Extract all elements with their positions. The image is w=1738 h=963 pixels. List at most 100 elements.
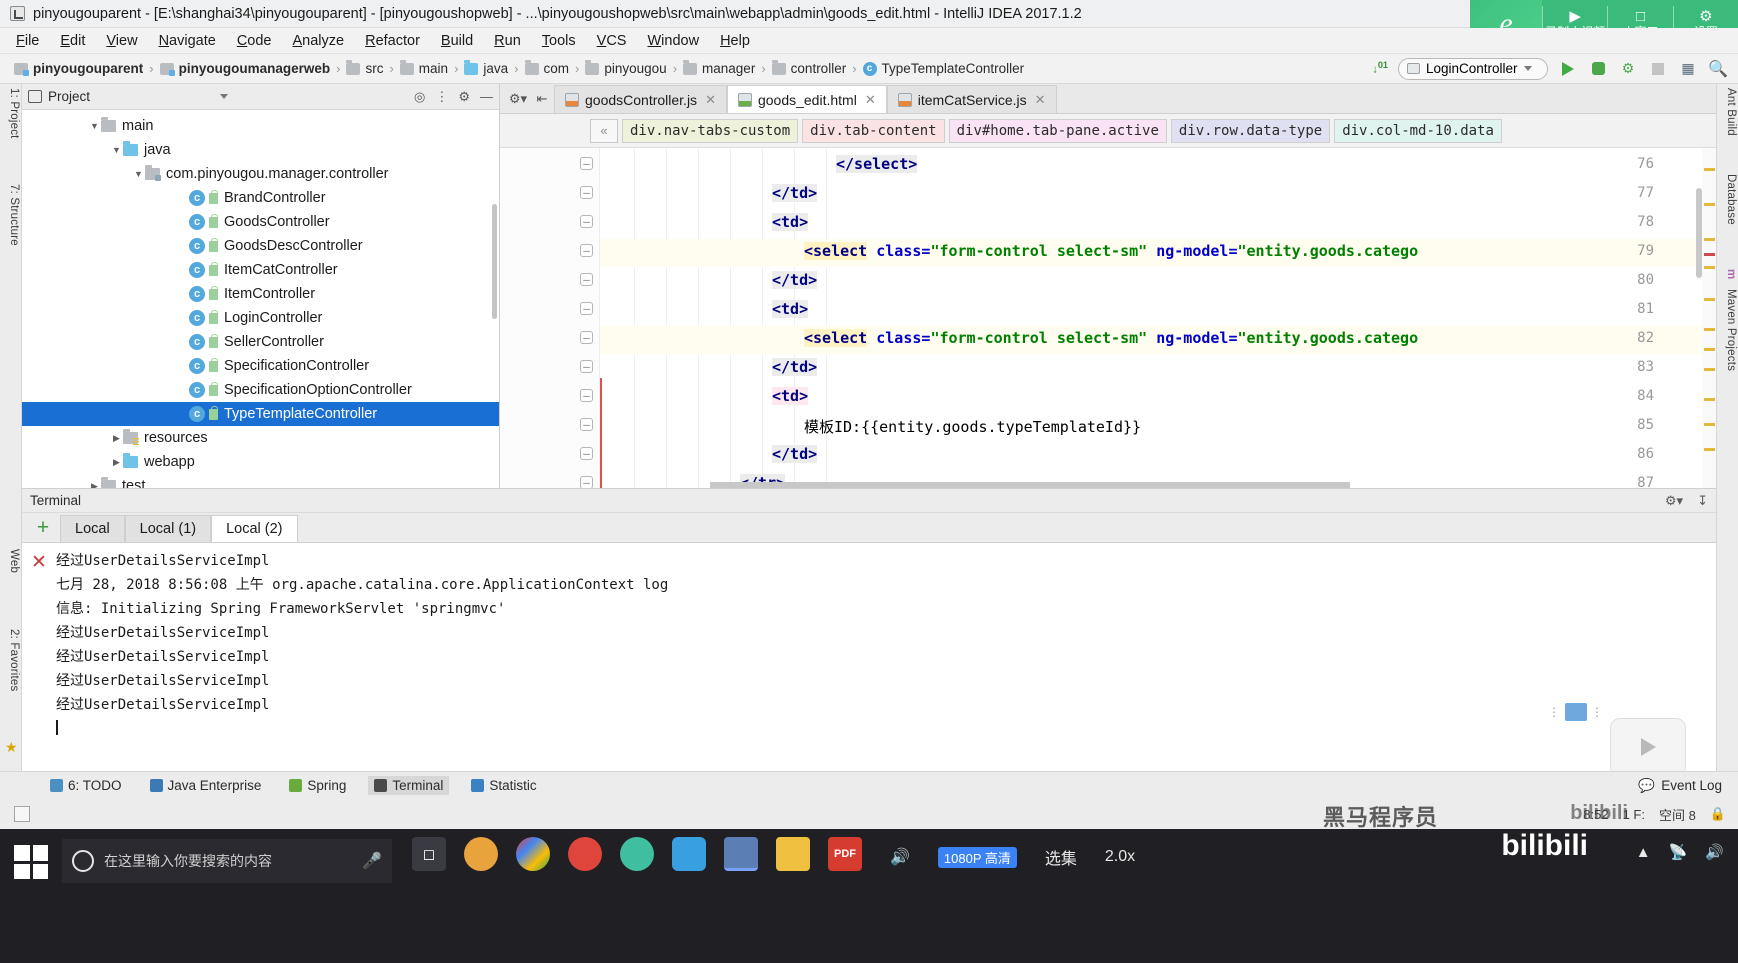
dom-breadcrumb-div-tab-content[interactable]: div.tab-content [802,118,945,143]
error-marker-column[interactable] [1702,148,1716,488]
breadcrumb-item-java[interactable]: java [464,59,508,76]
update-icon[interactable]: ↓01 [1372,61,1388,76]
terminal-tab-local-1-[interactable]: Local (1) [124,515,212,542]
event-log-label[interactable]: Event Log [1661,778,1722,793]
windows-start-button[interactable] [14,845,48,879]
tree-node-webapp[interactable]: ▶ webapp [22,450,499,474]
menu-item-help[interactable]: Help [720,33,750,49]
tree-node-typetemplatecontroller[interactable]: c TypeTemplateController [22,402,499,426]
app-icon-red[interactable] [568,837,602,871]
terminal-tab-local-2-[interactable]: Local (2) [211,515,298,542]
tree-node-logincontroller[interactable]: c LoginController [22,306,499,330]
code-line[interactable]: 模板ID:{{entity.goods.typeTemplateId}} [804,416,1141,437]
menu-item-refactor[interactable]: Refactor [365,33,420,49]
editor-tab-bar[interactable]: ⚙▾ ⇤ goodsController.js ✕ goods_edit.html ✕… [500,84,1716,114]
taskbar-search-box[interactable]: 在这里输入你要搜索的内容 🎤 [62,839,392,883]
project-tree[interactable]: ▼ main ▼ java ▼ com.pinyougou.manager.control… [22,110,499,498]
tree-node-itemcatcontroller[interactable]: c ItemCatController [22,258,499,282]
sidebar-item-favorites[interactable]: 2: Favorites [2,629,20,691]
left-tool-strip[interactable]: 1: Project 7: Structure Web 2: Favorites… [0,84,22,771]
menu-item-file[interactable]: File [16,33,39,49]
tool-window-6-todo[interactable]: 6: TODO [44,776,128,795]
tool-window-spring[interactable]: Spring [283,776,352,795]
editor-tab-itemcatservice-js[interactable]: itemCatService.js ✕ [886,85,1057,113]
chevron-down-icon[interactable]: ▼ [110,145,123,155]
fold-marker[interactable]: – [580,389,596,405]
stop-button[interactable] [1648,59,1668,79]
intellij-taskbar-icon[interactable] [724,837,758,871]
code-line[interactable]: <td> [772,300,809,318]
tree-node-goodsdesccontroller[interactable]: c GoodsDescController [22,234,499,258]
menu-item-build[interactable]: Build [441,33,473,49]
code-line[interactable]: <td> [772,213,809,231]
editor-tab-goods-edit-html[interactable]: goods_edit.html ✕ [726,85,887,113]
run-button[interactable] [1558,59,1578,79]
editor-tab-goodscontroller-js[interactable]: goodsController.js ✕ [554,85,727,113]
tree-node-brandcontroller[interactable]: c BrandController [22,186,499,210]
close-icon[interactable]: ✕ [865,92,876,108]
chevron-down-icon[interactable]: ▼ [88,121,101,131]
sidebar-item-ant-build[interactable]: Ant Build [1719,88,1737,136]
breadcrumb-item-com[interactable]: com [524,59,569,76]
dom-breadcrumb-div-row-data-type[interactable]: div.row.data-type [1170,118,1331,143]
menu-item-code[interactable]: Code [237,33,272,49]
breadcrumb-item-main[interactable]: main [399,59,448,76]
menu-item-vcs[interactable]: VCS [597,33,627,49]
editor-select-opened-file-icon[interactable]: ⇤ [530,85,554,113]
lock-icon[interactable]: 🔒 [1710,806,1726,822]
breadcrumb-item-src[interactable]: src [346,59,383,76]
volume-icon[interactable]: 🔊 [890,847,910,867]
taskbar-tray[interactable]: ▲ 📡 🔊 [1636,843,1724,862]
app-icon-blue-square[interactable] [672,837,706,871]
editor-settings-icon[interactable]: ⚙▾ [506,85,530,113]
windows-taskbar[interactable]: 在这里输入你要搜索的内容 🎤 ◻ PDF 🔊 1080P 高清 选集 2.0x … [0,829,1738,963]
code-line[interactable]: </td> [772,445,818,463]
chevron-right-icon[interactable]: ▶ [110,457,123,468]
app-icon-folder-orange[interactable] [464,837,498,871]
toolbar-actions[interactable]: ↓01 LoginController ⚙ ▦ 🔍 [1372,57,1738,80]
code-line[interactable]: <select class="form-control select-sm" n… [804,242,1418,260]
fold-marker[interactable]: – [580,447,596,463]
dom-breadcrumb-div-nav-tabs-custom[interactable]: div.nav-tabs-custom [622,118,799,143]
hide-icon[interactable]: ↧ [1697,493,1708,509]
overlay-menu-icon[interactable]: ⋮ [1591,706,1604,718]
tool-window-terminal[interactable]: Terminal [368,776,450,795]
breadcrumb-item-controller[interactable]: controller [771,59,846,76]
collapse-all-icon[interactable]: ⋮ [435,89,448,105]
code-line[interactable]: </td> [772,358,818,376]
tool-window-bar[interactable]: 6: TODO Java Enterprise Spring Terminal Stat… [0,771,1738,799]
breadcrumb-back-button[interactable]: « [590,118,618,143]
pdf-icon[interactable]: PDF [828,837,862,871]
fold-marker[interactable]: – [580,244,596,260]
breadcrumb-item-pinyougou[interactable]: pinyougou [585,59,667,76]
fold-marker[interactable]: – [580,418,596,434]
menu-item-edit[interactable]: Edit [60,33,85,49]
floating-overlay-widget[interactable]: ⋮ ⋮ [1548,703,1604,721]
media-player-controls[interactable]: 🔊 1080P 高清 选集 2.0x [890,845,1135,869]
tree-node-main[interactable]: ▼ main [22,114,499,138]
terminal-body[interactable]: ✕ 经过UserDetailsServiceImpl 七月 28, 2018 8:… [22,543,1716,776]
tray-chevron-icon[interactable]: ▲ [1636,844,1651,861]
menu-item-analyze[interactable]: Analyze [293,33,345,49]
fold-marker[interactable]: – [580,331,596,347]
chevron-down-icon[interactable]: ▼ [132,169,145,179]
sidebar-item-web[interactable]: Web [2,549,20,573]
breadcrumb-item-typetemplatecontroller[interactable]: c TypeTemplateController [862,61,1024,76]
sidebar-item-maven-projects[interactable]: Maven Projects [1719,289,1737,371]
fold-marker[interactable]: – [580,302,596,318]
run-with-coverage-button[interactable]: ⚙ [1618,59,1638,79]
file-explorer-icon[interactable] [776,837,810,871]
run-configuration-selector[interactable]: LoginController [1398,57,1548,80]
tool-window-statistic[interactable]: Statistic [465,776,542,795]
close-icon[interactable]: ✕ [705,92,716,108]
close-session-icon[interactable]: ✕ [31,551,47,574]
terminal-side-actions[interactable]: ✕ [22,543,56,772]
new-terminal-tab-button[interactable]: + [26,514,60,542]
fold-marker[interactable]: – [580,186,596,202]
code-line[interactable]: </td> [772,271,818,289]
tree-node-itemcontroller[interactable]: c ItemController [22,282,499,306]
menu-bar[interactable]: File Edit View Navigate Code Analyze Refactor B… [0,28,1738,54]
gear-icon[interactable]: ⚙▾ [1665,493,1683,509]
task-view-icon[interactable]: ◻ [412,837,446,871]
menu-item-navigate[interactable]: Navigate [159,33,216,49]
